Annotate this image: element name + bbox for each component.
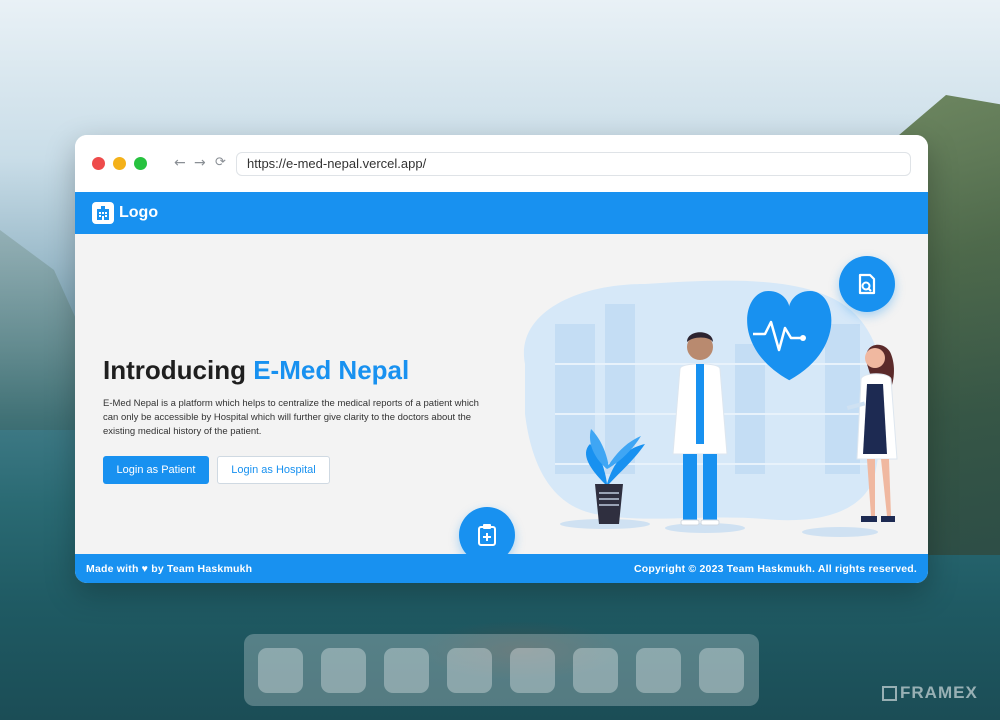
browser-titlebar: ← → ⟳ https://e-med-nepal.vercel.app/ (75, 135, 928, 192)
dock-item[interactable] (447, 647, 492, 693)
hospital-logo-icon[interactable] (92, 202, 114, 224)
logo-text[interactable]: Logo (119, 204, 158, 222)
hero-title-accent: E-Med Nepal (253, 355, 410, 385)
dock-item[interactable] (258, 647, 303, 693)
dock-item[interactable] (384, 647, 429, 693)
hero-title: Introducing E-Med Nepal (103, 355, 409, 386)
hero-section: Introducing E-Med Nepal E-Med Nepal is a… (75, 234, 928, 554)
medical-search-icon[interactable] (839, 256, 895, 312)
clipboard-plus-icon[interactable] (459, 507, 515, 554)
dock (244, 634, 759, 706)
site-footer: Made with ♥ by Team Haskmukh Copyright ©… (75, 554, 928, 583)
forward-arrow-icon[interactable]: → (194, 154, 206, 172)
site-header: Logo (75, 192, 928, 234)
maximize-window-button[interactable] (134, 157, 147, 170)
footer-copyright: Copyright © 2023 Team Haskmukh. All righ… (633, 562, 917, 575)
watermark-text: FRAMEX (900, 683, 978, 702)
dock-item[interactable] (510, 647, 555, 693)
back-arrow-icon[interactable]: ← (174, 154, 186, 172)
minimize-window-button[interactable] (113, 157, 126, 170)
hero-description: E-Med Nepal is a platform which helps to… (103, 398, 479, 437)
close-window-button[interactable] (92, 157, 105, 170)
login-hospital-button[interactable]: Login as Hospital (217, 456, 330, 484)
watermark: FRAMEX (882, 683, 978, 703)
login-patient-button[interactable]: Login as Patient (103, 456, 209, 484)
dock-item[interactable] (321, 647, 366, 693)
browser-window: ← → ⟳ https://e-med-nepal.vercel.app/ Lo… (75, 135, 928, 583)
hero-title-plain: Introducing (103, 355, 254, 385)
address-bar[interactable]: https://e-med-nepal.vercel.app/ (236, 152, 911, 176)
dock-item[interactable] (573, 647, 618, 693)
footer-made-with: Made with ♥ by Team Haskmukh (86, 562, 253, 575)
reload-icon[interactable]: ⟳ (215, 154, 226, 172)
dock-item[interactable] (699, 647, 744, 693)
watermark-logo-icon (882, 685, 897, 701)
dock-item[interactable] (636, 647, 681, 693)
